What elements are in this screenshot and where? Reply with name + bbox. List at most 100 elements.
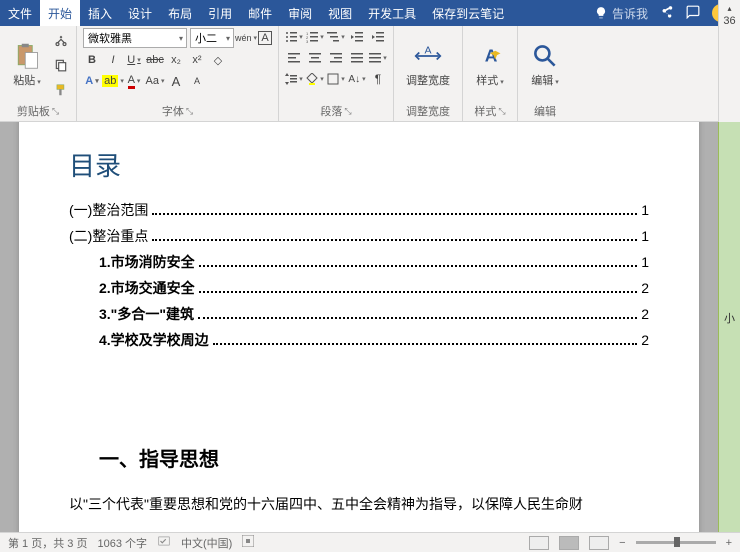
view-read-button[interactable] xyxy=(529,536,549,550)
zoom-in-button[interactable]: + xyxy=(726,537,732,549)
font-launcher-icon[interactable]: ⤡ xyxy=(186,106,193,117)
styles-button[interactable]: A 样式 xyxy=(469,28,511,101)
zoom-out-button[interactable]: − xyxy=(619,537,625,549)
text-effects-button[interactable]: A xyxy=(83,72,101,90)
right-pane-label: 小 xyxy=(724,310,735,326)
para-label: 段落 xyxy=(320,103,342,119)
superscript-button[interactable]: x² xyxy=(188,51,206,69)
align-left-button[interactable] xyxy=(285,49,303,67)
tab-4[interactable]: 布局 xyxy=(160,0,200,26)
show-marks-button[interactable]: ¶ xyxy=(369,70,387,88)
tell-me-lightbulb-icon[interactable]: 告诉我 xyxy=(594,5,648,22)
underline-button[interactable]: U xyxy=(125,51,143,69)
view-print-button[interactable] xyxy=(559,536,579,550)
toc-line-4[interactable]: 3."多合一"建筑2 xyxy=(69,301,649,327)
clipboard-launcher-icon[interactable]: ⤡ xyxy=(52,106,59,117)
toc-text: 2.市场交通安全 xyxy=(99,278,195,298)
toc-dots xyxy=(199,291,638,293)
para-launcher-icon[interactable]: ⤡ xyxy=(344,106,351,117)
toc-line-3[interactable]: 2.市场交通安全2 xyxy=(69,275,649,301)
share-icon[interactable] xyxy=(660,5,674,22)
toc-dots xyxy=(198,317,637,319)
status-proof-icon[interactable] xyxy=(157,534,171,551)
group-font: 微软雅黑 小二 wén A B I U abc x₂ x² ◇ A ab A A… xyxy=(77,26,279,121)
font-label: 字体 xyxy=(162,103,184,119)
size-combo[interactable]: 小二 xyxy=(190,28,234,48)
pinyin-button[interactable]: wén xyxy=(237,29,255,47)
pane-number: 36 xyxy=(723,15,735,27)
svg-text:A: A xyxy=(424,44,431,56)
align-justify-button[interactable] xyxy=(348,49,366,67)
group-clipboard: 粘贴 剪贴板⤡ xyxy=(0,26,77,121)
tab-10[interactable]: 保存到云笔记 xyxy=(424,0,512,26)
view-web-button[interactable] xyxy=(589,536,609,550)
copy-icon[interactable] xyxy=(52,56,70,74)
bullets-button[interactable] xyxy=(285,28,303,46)
font-size: 小二 xyxy=(195,30,217,46)
numbering-button[interactable]: 123 xyxy=(306,28,324,46)
strike-button[interactable]: abc xyxy=(146,51,164,69)
status-words[interactable]: 1063 个字 xyxy=(97,535,147,551)
tab-8[interactable]: 视图 xyxy=(320,0,360,26)
comment-icon[interactable] xyxy=(686,5,700,22)
font-color-button[interactable]: A xyxy=(125,72,143,90)
right-pane-header: ▴ 36 xyxy=(718,0,740,122)
highlight-button[interactable]: ab xyxy=(104,72,122,90)
status-page[interactable]: 第 1 页，共 3 页 xyxy=(8,535,87,551)
svg-text:3: 3 xyxy=(306,39,309,43)
styles-launcher-icon[interactable]: ⤡ xyxy=(498,106,505,117)
char-border-button[interactable]: A xyxy=(258,31,272,45)
line-spacing-button[interactable] xyxy=(285,70,303,88)
toc-text: (二)整治重点 xyxy=(69,226,148,246)
toc-line-0[interactable]: (一)整治范围1 xyxy=(69,197,649,223)
indent-button[interactable] xyxy=(369,28,387,46)
toc-dots xyxy=(152,239,637,241)
clear-format-button[interactable]: ◇ xyxy=(209,51,227,69)
tell-me-text: 告诉我 xyxy=(612,5,648,22)
grow-font-button[interactable]: A xyxy=(167,72,185,90)
align-center-button[interactable] xyxy=(306,49,324,67)
width-button[interactable]: A 调整宽度 xyxy=(400,28,456,101)
edit-button[interactable]: 编辑 xyxy=(524,28,566,101)
toc-line-1[interactable]: (二)整治重点1 xyxy=(69,223,649,249)
group-edit: 编辑 编辑 xyxy=(518,26,572,121)
edit-label: 编辑 xyxy=(534,103,556,119)
shrink-font-button[interactable]: A xyxy=(188,72,206,90)
shading-button[interactable] xyxy=(306,70,324,88)
toc-text: 1.市场消防安全 xyxy=(99,252,195,272)
borders-button[interactable] xyxy=(327,70,345,88)
toc-text: 4.学校及学校周边 xyxy=(99,330,209,350)
font-combo[interactable]: 微软雅黑 xyxy=(83,28,187,48)
tab-7[interactable]: 审阅 xyxy=(280,0,320,26)
right-pane-body[interactable] xyxy=(718,122,740,552)
align-right-button[interactable] xyxy=(327,49,345,67)
zoom-slider[interactable] xyxy=(636,541,716,544)
toc-line-2[interactable]: 1.市场消防安全1 xyxy=(69,249,649,275)
sort-button[interactable]: A↓ xyxy=(348,70,366,88)
tab-5[interactable]: 引用 xyxy=(200,0,240,26)
status-lang[interactable]: 中文(中国) xyxy=(181,535,232,551)
tab-2[interactable]: 插入 xyxy=(80,0,120,26)
document-area[interactable]: ▬▬▬▬▬▬▬▬ 目录 (一)整治范围1(二)整治重点11.市场消防安全12.市… xyxy=(0,122,718,532)
tab-6[interactable]: 邮件 xyxy=(240,0,280,26)
toc-line-5[interactable]: 4.学校及学校周边2 xyxy=(69,327,649,353)
tab-1[interactable]: 开始 xyxy=(40,0,80,26)
toc-text: 3."多合一"建筑 xyxy=(99,304,194,324)
tab-9[interactable]: 开发工具 xyxy=(360,0,424,26)
tab-0[interactable]: 文件 xyxy=(0,0,40,26)
multilevel-button[interactable] xyxy=(327,28,345,46)
change-case-button[interactable]: Aa xyxy=(146,72,164,90)
outdent-button[interactable] xyxy=(348,28,366,46)
cut-icon[interactable] xyxy=(52,31,70,49)
italic-button[interactable]: I xyxy=(104,51,122,69)
bold-button[interactable]: B xyxy=(83,51,101,69)
subscript-button[interactable]: x₂ xyxy=(167,51,185,69)
status-macro-icon[interactable] xyxy=(242,535,254,550)
align-distribute-button[interactable] xyxy=(369,49,387,67)
format-painter-icon[interactable] xyxy=(52,81,70,99)
toc-dots xyxy=(152,213,637,215)
right-pane: ▴ 36 小 xyxy=(718,0,740,552)
pane-up-icon[interactable]: ▴ xyxy=(727,4,731,13)
tab-3[interactable]: 设计 xyxy=(120,0,160,26)
paste-button[interactable]: 粘贴 xyxy=(6,28,48,101)
